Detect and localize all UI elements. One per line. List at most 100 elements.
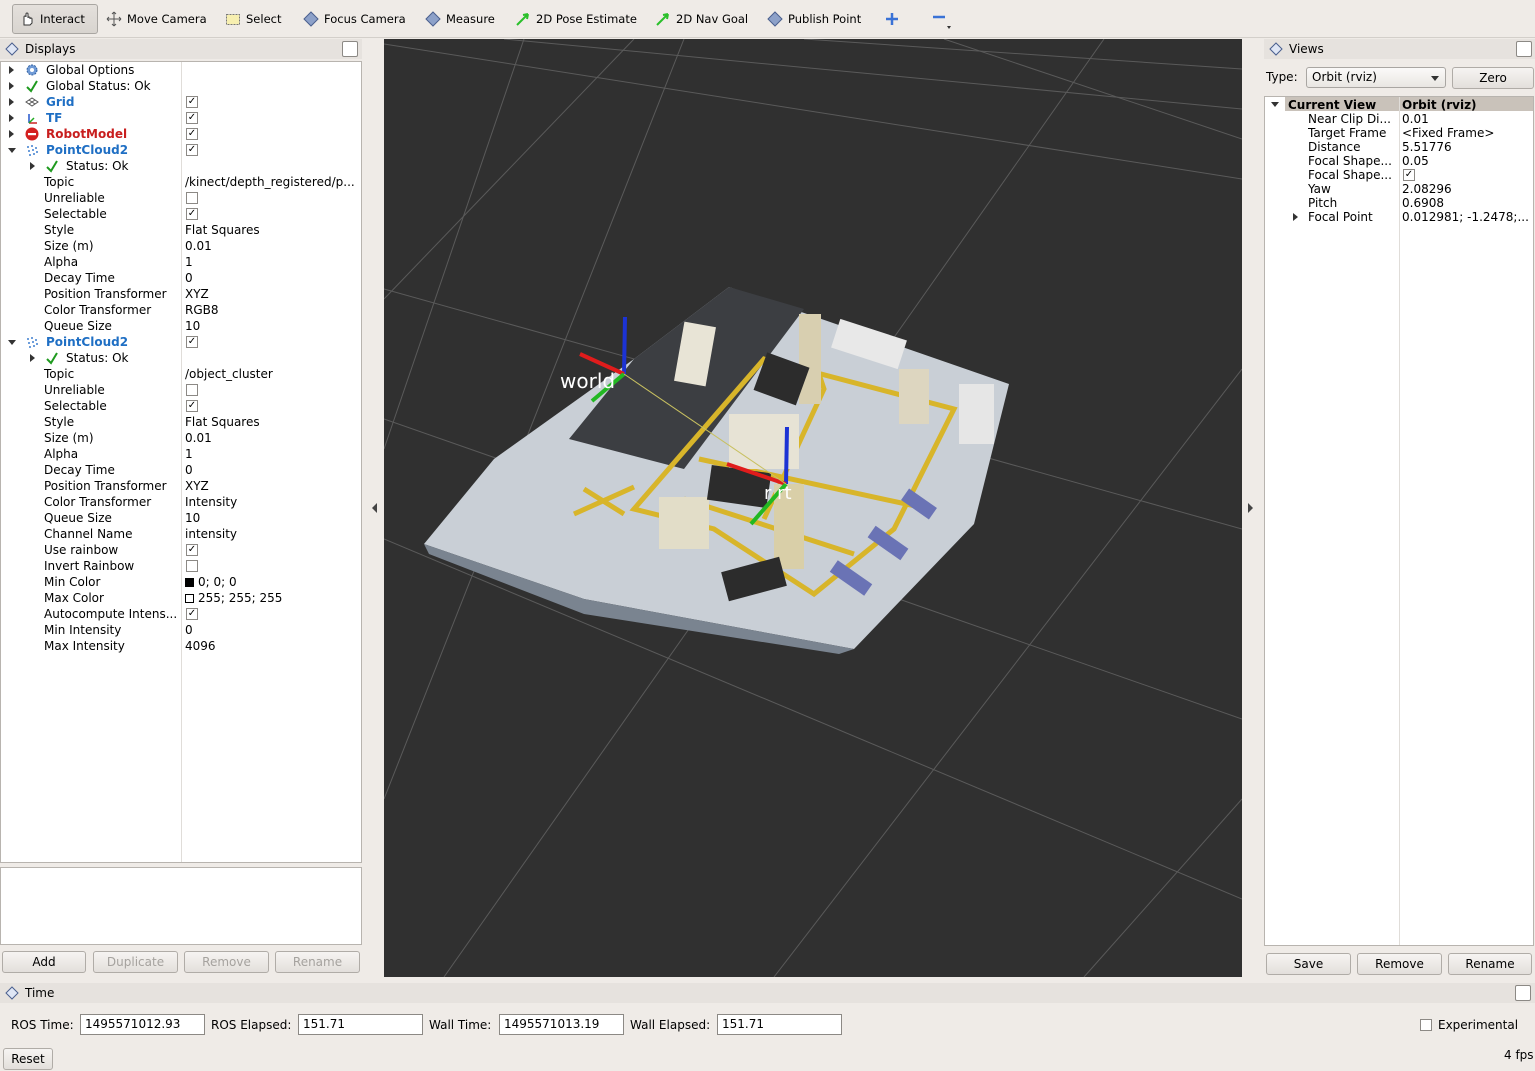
- pc1-unreliable-row[interactable]: Unreliable: [1, 190, 361, 206]
- pc2-style-value[interactable]: Flat Squares: [185, 414, 359, 430]
- pitch-value[interactable]: 0.6908: [1402, 196, 1532, 210]
- current-view-row[interactable]: Current View Orbit (rviz): [1265, 98, 1533, 112]
- pc1-style-row[interactable]: Style Flat Squares: [1, 222, 361, 238]
- pc2-size-row[interactable]: Size (m) 0.01: [1, 430, 361, 446]
- pc2-maxint-row[interactable]: Max Intensity 4096: [1, 638, 361, 654]
- expand-arrow-icon[interactable]: [30, 162, 35, 170]
- view-row-pitch[interactable]: Pitch 0.6908: [1265, 196, 1533, 210]
- pc2-maxcolor-row[interactable]: Max Color 255; 255; 255: [1, 590, 361, 606]
- pc2-style-row[interactable]: Style Flat Squares: [1, 414, 361, 430]
- pc2-position-value[interactable]: XYZ: [185, 478, 359, 494]
- collapse-arrow-icon[interactable]: [8, 340, 16, 345]
- pc2-selectable-checkbox[interactable]: ✓: [186, 400, 198, 412]
- expand-arrow-icon[interactable]: [30, 354, 35, 362]
- pose-estimate-tool-button[interactable]: 2D Pose Estimate: [509, 4, 643, 34]
- pc2-alpha-row[interactable]: Alpha 1: [1, 446, 361, 462]
- tree-row-pointcloud2-2[interactable]: PointCloud2 ✓: [1, 334, 361, 350]
- pc2-autocompute-row[interactable]: Autocompute Intens... ✓: [1, 606, 361, 622]
- tree-row-grid[interactable]: Grid ✓: [1, 94, 361, 110]
- distance-value[interactable]: 5.51776: [1402, 140, 1532, 154]
- displays-float-button[interactable]: [342, 41, 358, 57]
- focal-point-value[interactable]: 0.012981; -1.2478;...: [1402, 210, 1532, 224]
- pc1-topic-value[interactable]: /kinect/depth_registered/p...: [185, 174, 359, 190]
- expand-arrow-icon[interactable]: [9, 98, 14, 106]
- pc1-unreliable-checkbox[interactable]: [186, 192, 198, 204]
- move-camera-tool-button[interactable]: Move Camera: [100, 4, 213, 34]
- pointcloud2-1-enabled-checkbox[interactable]: ✓: [186, 144, 198, 156]
- pc2-unreliable-checkbox[interactable]: [186, 384, 198, 396]
- pc2-invert-checkbox[interactable]: [186, 560, 198, 572]
- pc2-minint-row[interactable]: Min Intensity 0: [1, 622, 361, 638]
- pc2-color-row[interactable]: Color Transformer Intensity: [1, 494, 361, 510]
- wall-time-field[interactable]: 1495571013.19: [499, 1014, 624, 1035]
- tree-row-tf[interactable]: TF ✓: [1, 110, 361, 126]
- collapse-left-arrow-icon[interactable]: [372, 503, 377, 513]
- rename-display-button[interactable]: Rename: [275, 951, 360, 973]
- expand-arrow-icon[interactable]: [9, 82, 14, 90]
- pc2-alpha-value[interactable]: 1: [185, 446, 359, 462]
- expand-arrow-icon[interactable]: [1293, 213, 1298, 221]
- near-clip-value[interactable]: 0.01: [1402, 112, 1532, 126]
- view-type-select[interactable]: Orbit (rviz): [1306, 67, 1446, 88]
- pc1-size-value[interactable]: 0.01: [185, 238, 359, 254]
- pc1-position-value[interactable]: XYZ: [185, 286, 359, 302]
- tree-row-global-options[interactable]: Global Options: [1, 62, 361, 78]
- pc2-minint-value[interactable]: 0: [185, 622, 359, 638]
- publish-point-tool-button[interactable]: Publish Point: [761, 4, 867, 34]
- view-row-near-clip[interactable]: Near Clip Di... 0.01: [1265, 112, 1533, 126]
- add-display-button[interactable]: Add: [2, 951, 86, 973]
- zero-view-button[interactable]: Zero: [1452, 67, 1534, 89]
- measure-tool-button[interactable]: Measure: [419, 4, 501, 34]
- pc2-channel-row[interactable]: Channel Name intensity: [1, 526, 361, 542]
- pc1-alpha-value[interactable]: 1: [185, 254, 359, 270]
- pc2-mincolor-value[interactable]: 0; 0; 0: [185, 574, 359, 590]
- pc2-color-value[interactable]: Intensity: [185, 494, 359, 510]
- tree-row-pointcloud2-1[interactable]: PointCloud2 ✓: [1, 142, 361, 158]
- pc2-unreliable-row[interactable]: Unreliable: [1, 382, 361, 398]
- pc2-rainbow-checkbox[interactable]: ✓: [186, 544, 198, 556]
- yaw-value[interactable]: 2.08296: [1402, 182, 1532, 196]
- focal-shape-fixed-checkbox[interactable]: ✓: [1403, 169, 1415, 181]
- collapse-right-arrow-icon[interactable]: [1248, 503, 1253, 513]
- expand-arrow-icon[interactable]: [9, 114, 14, 122]
- expand-arrow-icon[interactable]: [9, 66, 14, 74]
- pc1-topic-row[interactable]: Topic/kinect/depth_registered/p...: [1, 174, 361, 190]
- rename-view-button[interactable]: Rename: [1448, 953, 1532, 975]
- ros-time-field[interactable]: 1495571012.93: [80, 1014, 205, 1035]
- pointcloud2-2-enabled-checkbox[interactable]: ✓: [186, 336, 198, 348]
- pc2-decay-row[interactable]: Decay Time 0: [1, 462, 361, 478]
- expand-arrow-icon[interactable]: [9, 130, 14, 138]
- select-tool-button[interactable]: Select: [219, 4, 287, 34]
- view-row-yaw[interactable]: Yaw 2.08296: [1265, 182, 1533, 196]
- pc1-alpha-row[interactable]: Alpha 1: [1, 254, 361, 270]
- pc1-decay-row[interactable]: Decay Time 0: [1, 270, 361, 286]
- pc2-channel-value[interactable]: intensity: [185, 526, 359, 542]
- add-tool-button[interactable]: [878, 4, 911, 34]
- pc2-autocompute-checkbox[interactable]: ✓: [186, 608, 198, 620]
- view-row-focal-shape-size[interactable]: Focal Shape... 0.05: [1265, 154, 1533, 168]
- time-float-button[interactable]: [1515, 985, 1531, 1001]
- pc2-mincolor-row[interactable]: Min Color 0; 0; 0: [1, 574, 361, 590]
- pc1-size-row[interactable]: Size (m) 0.01: [1, 238, 361, 254]
- interact-tool-button[interactable]: Interact: [12, 4, 98, 34]
- pc2-maxint-value[interactable]: 4096: [185, 638, 359, 654]
- remove-tool-button[interactable]: [924, 4, 963, 34]
- tf-enabled-checkbox[interactable]: ✓: [186, 112, 198, 124]
- pc1-color-row[interactable]: Color Transformer RGB8: [1, 302, 361, 318]
- pc2-size-value[interactable]: 0.01: [185, 430, 359, 446]
- pc1-selectable-checkbox[interactable]: ✓: [186, 208, 198, 220]
- tree-row-pc1-status[interactable]: Status: Ok: [1, 158, 361, 174]
- pc2-position-row[interactable]: Position Transformer XYZ: [1, 478, 361, 494]
- pc2-selectable-row[interactable]: Selectable ✓: [1, 398, 361, 414]
- ros-elapsed-field[interactable]: 151.71: [298, 1014, 423, 1035]
- grid-enabled-checkbox[interactable]: ✓: [186, 96, 198, 108]
- pc1-selectable-row[interactable]: Selectable ✓: [1, 206, 361, 222]
- tree-row-robot-model[interactable]: RobotModel ✓: [1, 126, 361, 142]
- focus-camera-tool-button[interactable]: Focus Camera: [297, 4, 412, 34]
- pc2-decay-value[interactable]: 0: [185, 462, 359, 478]
- tree-row-pc2-status[interactable]: Status: Ok: [1, 350, 361, 366]
- view-row-focal-point[interactable]: Focal Point 0.012981; -1.2478;...: [1265, 210, 1533, 224]
- pc2-queue-value[interactable]: 10: [185, 510, 359, 526]
- collapse-arrow-icon[interactable]: [1271, 102, 1279, 107]
- pc2-topic-row[interactable]: Topic/object_cluster: [1, 366, 361, 382]
